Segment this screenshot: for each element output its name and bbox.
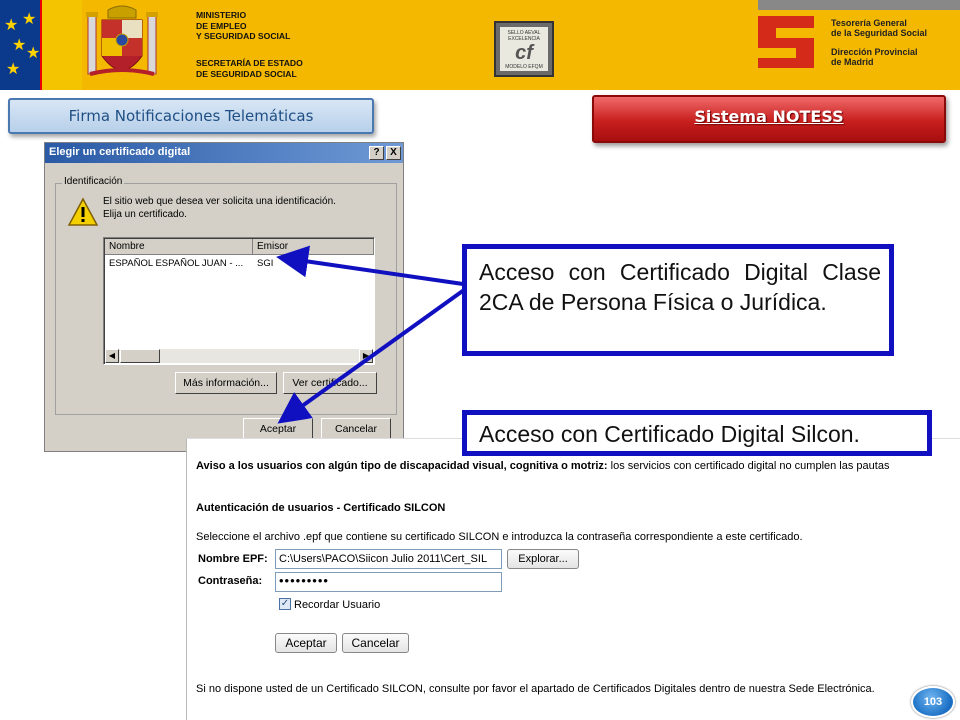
instructions-text: Seleccione el archivo .epf que contiene … <box>196 531 803 543</box>
tgss-text: Tesorería General de la Seguridad Social <box>831 18 928 38</box>
column-header-nombre[interactable]: Nombre <box>105 239 253 255</box>
page-number-badge: 103 <box>911 686 955 718</box>
ministry-text: MINISTERIO DE EMPLEO Y SEGURIDAD SOCIAL <box>196 10 291 41</box>
accessibility-notice: Aviso a los usuarios con algún tipo de d… <box>196 460 890 472</box>
horizontal-scrollbar[interactable]: ◀ ▶ <box>105 349 373 363</box>
more-info-button[interactable]: Más información... <box>175 372 277 394</box>
scroll-left-icon[interactable]: ◀ <box>105 349 119 363</box>
remember-user-checkbox[interactable]: ✓ <box>279 598 291 610</box>
scroll-right-icon[interactable]: ▶ <box>359 349 373 363</box>
dialog-message-line1: El sitio web que desea ver solicita una … <box>103 196 336 207</box>
silcon-cancel-button[interactable]: Cancelar <box>342 633 409 653</box>
remember-user-label[interactable]: Recordar Usuario <box>294 599 380 611</box>
dialog-cancel-button[interactable]: Cancelar <box>321 418 391 440</box>
epf-file-input[interactable]: C:\Users\PACO\Siicon Julio 2011\Cert_SIL <box>275 549 502 569</box>
password-label: Contraseña: <box>198 575 263 587</box>
header-gray-bar <box>758 0 960 10</box>
certificate-list[interactable]: Nombre Emisor ESPAÑOL ESPAÑOL JUAN - ...… <box>103 237 375 365</box>
certificate-dialog: Elegir un certificado digital ? X Identi… <box>44 142 404 452</box>
certificate-row-emisor[interactable]: SGI <box>257 258 273 269</box>
sistema-notess-button[interactable]: Sistema NOTESS <box>592 95 946 143</box>
view-certificate-button[interactable]: Ver certificado... <box>283 372 377 394</box>
scroll-thumb[interactable] <box>120 349 160 363</box>
efqm-seal-logo: SELLO AEVAL EXCELENCIA cf MODELO EFQM <box>494 21 554 77</box>
explore-button[interactable]: Explorar... <box>507 549 579 569</box>
dialog-message-line2: Elija un certificado. <box>103 209 187 220</box>
epf-label: Nombre EPF: <box>198 553 268 565</box>
dialog-title: Elegir un certificado digital <box>49 146 191 158</box>
dialog-accept-button[interactable]: Aceptar <box>243 418 313 440</box>
callout-certificado-silcon: Acceso con Certificado Digital Silcon. <box>462 410 932 456</box>
column-header-emisor[interactable]: Emisor <box>253 239 374 255</box>
firma-notificaciones-button[interactable]: Firma Notificaciones Telemáticas <box>8 98 374 134</box>
close-button[interactable]: X <box>386 146 401 160</box>
warning-icon <box>67 197 99 226</box>
auth-title: Autenticación de usuarios - Certificado … <box>196 502 446 514</box>
coat-of-arms-logo <box>86 5 158 76</box>
identification-legend: Identificación <box>62 176 125 187</box>
direccion-provincial-text: Dirección Provincial de Madrid <box>831 47 918 67</box>
password-input[interactable]: ••••••••• <box>275 572 502 592</box>
silcon-login-panel: Aviso a los usuarios con algún tipo de d… <box>186 438 960 720</box>
tgss-logo <box>754 14 818 70</box>
firma-notificaciones-label: Firma Notificaciones Telemáticas <box>68 107 314 125</box>
silcon-accept-button[interactable]: Aceptar <box>275 633 337 653</box>
secretaria-text: SECRETARÍA DE ESTADO DE SEGURIDAD SOCIAL <box>196 58 303 79</box>
certificate-row-nombre[interactable]: ESPAÑOL ESPAÑOL JUAN - ... <box>109 258 243 269</box>
eu-flag-logo: ★ ★ ★ ★ ★ <box>0 0 40 90</box>
dialog-titlebar: Elegir un certificado digital ? X <box>45 143 403 163</box>
callout-certificado-2ca: Acceso con Certificado Digital Clase 2CA… <box>462 244 894 356</box>
header-banner: ★ ★ ★ ★ ★ MINISTERIO DE EMPLEO Y SEGURID… <box>0 0 960 90</box>
spain-flag-logo <box>40 0 82 90</box>
footer-note: Si no dispone usted de un Certificado SI… <box>196 683 875 695</box>
help-button[interactable]: ? <box>369 146 384 160</box>
sistema-notess-label: Sistema NOTESS <box>694 107 844 126</box>
